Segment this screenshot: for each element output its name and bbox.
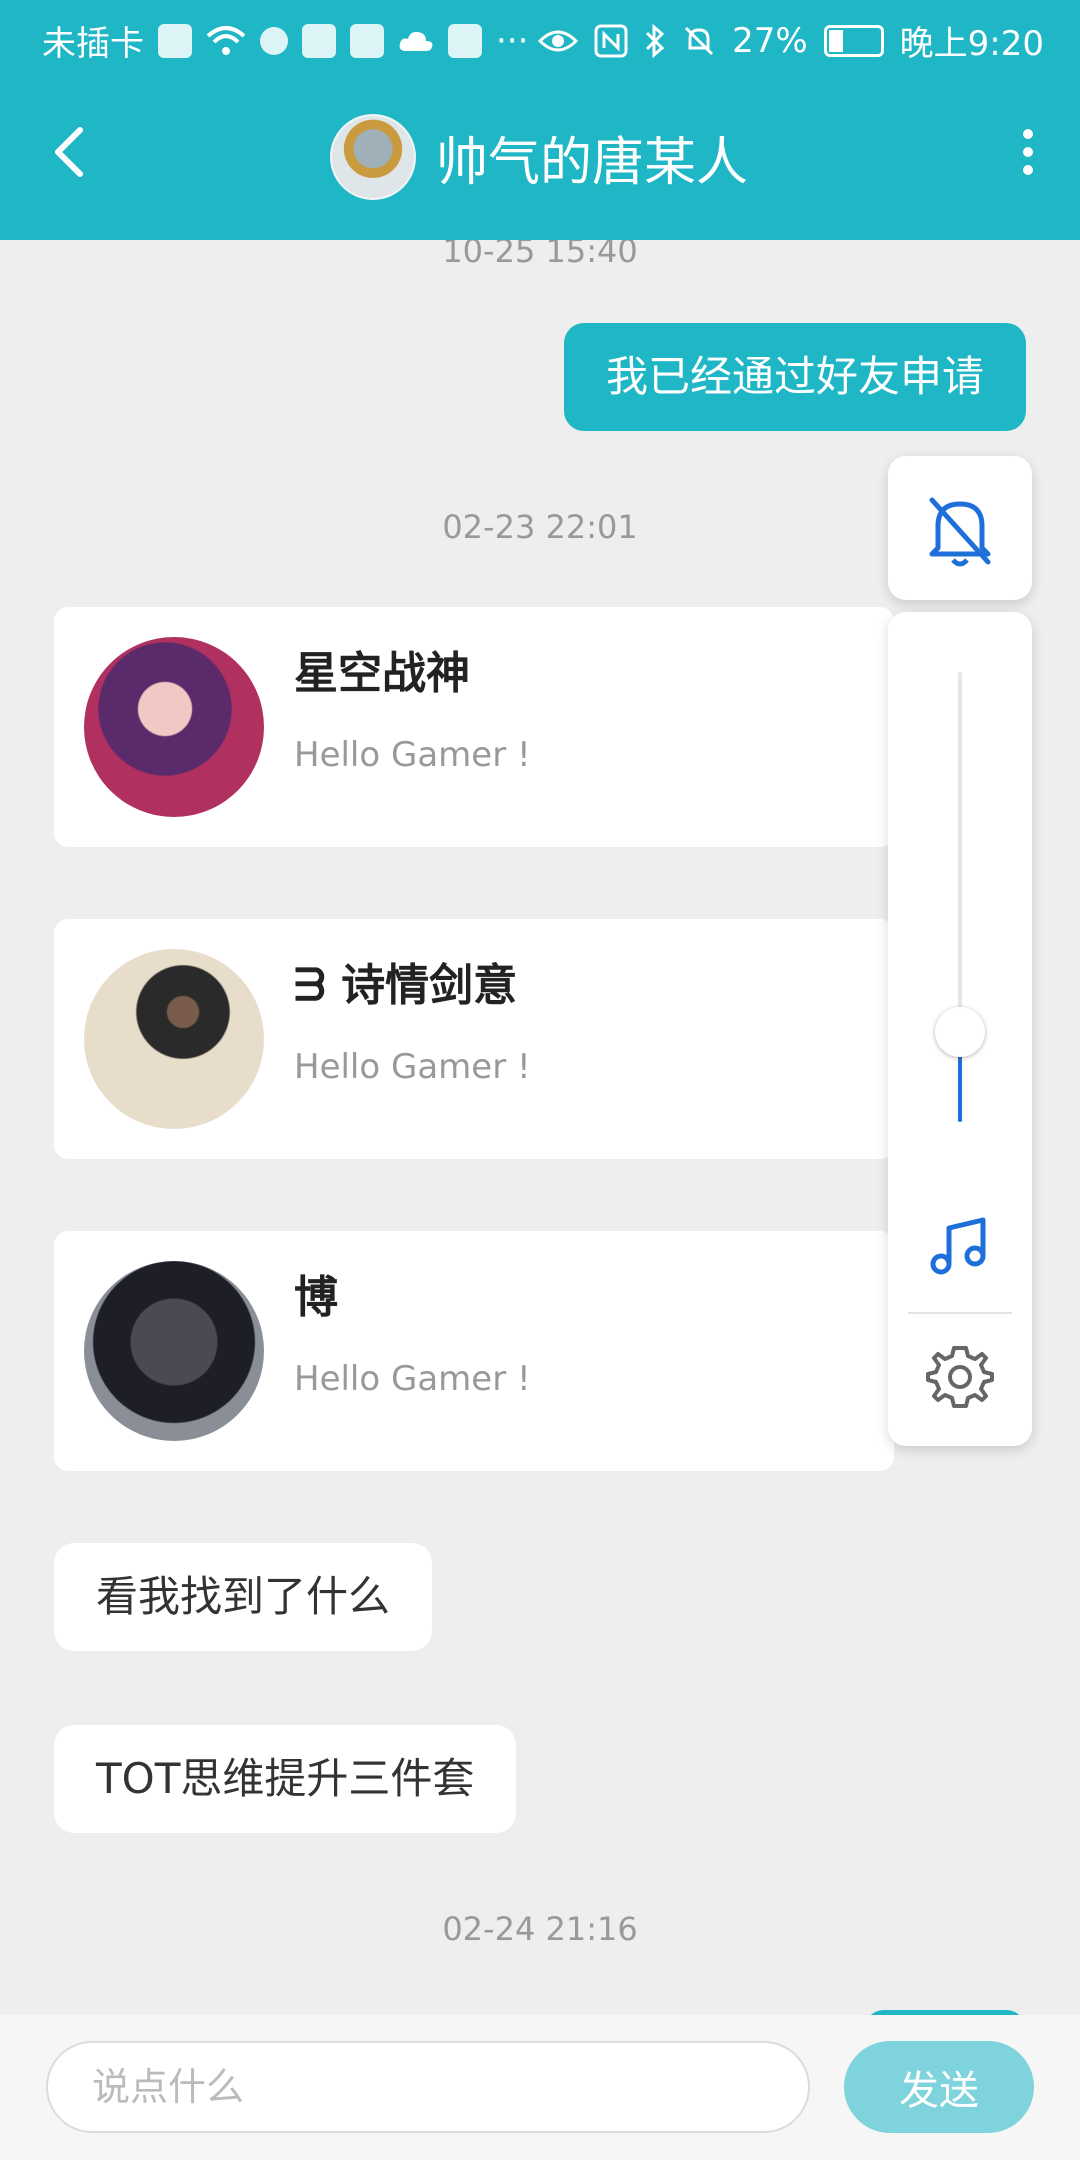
wifi-icon: [206, 25, 246, 55]
nav-bar: 帅气的唐某人: [0, 76, 1080, 240]
battery-percent: 27%: [732, 20, 808, 61]
avatar[interactable]: [84, 1261, 264, 1441]
more-notifications-text: ···: [496, 20, 529, 61]
card-name: 星空战神: [294, 648, 470, 699]
timestamp: 10-25 15:40: [442, 240, 638, 270]
bluetooth-icon: [646, 23, 665, 58]
timestamp: 02-24 21:16: [442, 1910, 638, 1948]
contact-avatar[interactable]: [330, 114, 416, 200]
volume-slider-thumb[interactable]: [935, 1007, 985, 1057]
input-bar: 发送: [0, 2015, 1080, 2160]
more-options-icon[interactable]: [1016, 126, 1040, 178]
shared-contact-card[interactable]: 星空战神 Hello Gamer !: [54, 607, 894, 847]
chat-title[interactable]: 帅气的唐某人: [330, 114, 748, 200]
mute-toggle-button[interactable]: [888, 456, 1032, 600]
app-notification-icon: [260, 26, 288, 55]
back-icon[interactable]: [40, 120, 104, 184]
app-store-icon: [350, 23, 384, 58]
message-bubble-received[interactable]: TOT思维提升三件套: [54, 1725, 517, 1833]
mute-status-icon: [685, 26, 714, 55]
contact-name: 帅气的唐某人: [436, 132, 749, 193]
card-message: Hello Gamer !: [294, 1047, 531, 1087]
card-message: Hello Gamer !: [294, 1359, 531, 1399]
status-bar-right: 27% 晚上9:20: [538, 16, 1044, 65]
avatar[interactable]: [84, 637, 264, 817]
shared-contact-card[interactable]: ᗱ 诗情剑意 Hello Gamer !: [54, 919, 894, 1159]
video-app-icon: [302, 23, 336, 58]
clock: 晚上9:20: [899, 24, 1044, 64]
card-name: 博: [294, 1272, 338, 1323]
eye-icon: [538, 30, 579, 51]
card-name: ᗱ 诗情剑意: [294, 960, 518, 1011]
divider: [908, 1312, 1012, 1314]
card-message: Hello Gamer !: [294, 735, 531, 775]
sim-icon: [158, 23, 192, 58]
battery-icon: [823, 24, 884, 57]
message-bubble-received[interactable]: 看我找到了什么: [54, 1543, 433, 1651]
carrier-text: 未插卡: [42, 24, 144, 64]
nfc-icon: [594, 24, 628, 57]
status-bar: 未插卡 ··· 27% 晚上9:20: [0, 0, 1080, 76]
message-input[interactable]: [46, 2041, 810, 2133]
status-bar-left: 未插卡 ···: [42, 16, 528, 65]
cloud-icon: [399, 31, 433, 51]
volume-panel: [888, 612, 1032, 1446]
top-bar: 未插卡 ··· 27% 晚上9:20 帅气的唐某人: [0, 0, 1080, 240]
shared-contact-card[interactable]: 博 Hello Gamer !: [54, 1231, 894, 1471]
gear-icon[interactable]: [926, 1342, 994, 1410]
message-bubble-sent[interactable]: 我已经通过好友申请: [563, 323, 1026, 431]
music-note-icon[interactable]: [925, 1212, 995, 1282]
send-button[interactable]: 发送: [844, 2041, 1034, 2133]
browser-icon: [448, 23, 482, 58]
avatar[interactable]: [84, 949, 264, 1129]
bell-off-icon: [929, 497, 991, 567]
